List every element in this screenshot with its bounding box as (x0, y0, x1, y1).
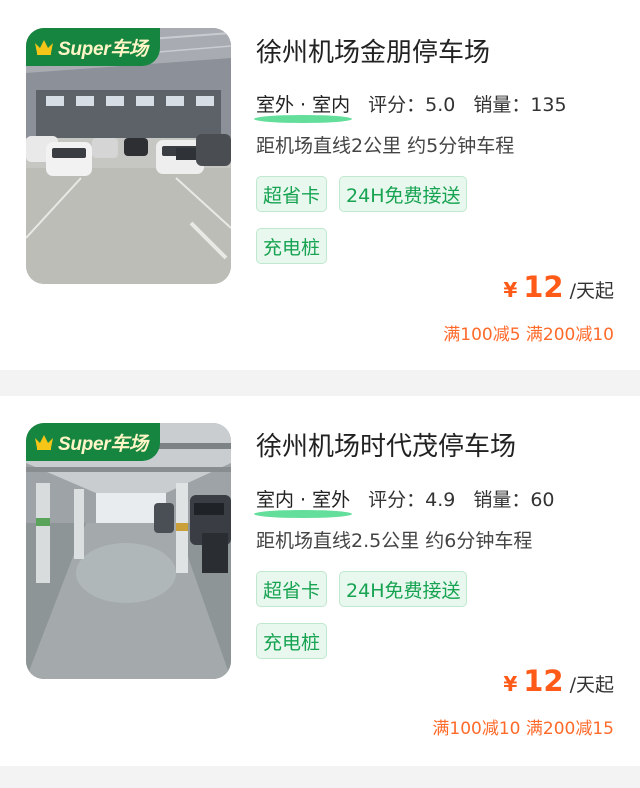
currency-symbol: ¥ (503, 672, 518, 696)
price-value: 12 (523, 270, 564, 304)
parking-lot-meta: 室外 · 室内 评分：5.0 销量：135 (254, 90, 567, 123)
badge-label: Super车场 (58, 433, 148, 455)
sales-count-text: 销量：135 (473, 93, 567, 116)
super-lot-badge: Super车场 (26, 423, 160, 461)
crown-icon (35, 40, 53, 55)
parking-lot-name[interactable]: 徐州机场时代茂停车场 (256, 426, 516, 463)
price-value: 12 (523, 664, 564, 698)
price-unit: /天起 (569, 280, 614, 302)
parking-lot-photo[interactable]: Super车场 (26, 28, 231, 284)
badge-label: Super车场 (58, 38, 148, 60)
price: ¥ 12 /天起 (503, 664, 614, 698)
rating-text: 评分：4.9 (368, 488, 456, 511)
warehouse-parking-image (26, 28, 231, 284)
rating-text: 评分：5.0 (368, 93, 456, 116)
tag-free-shuttle: 24H免费接送 (339, 571, 468, 607)
distance-text: 距机场直线2公里 约5分钟车程 (256, 135, 515, 157)
feature-tags: 超省卡 24H免费接送 充电桩 (256, 176, 536, 264)
lot-type-text: 室内 · 室外 (256, 488, 351, 511)
parking-lot-name[interactable]: 徐州机场金朋停车场 (256, 32, 490, 69)
super-lot-badge: Super车场 (26, 28, 160, 66)
parking-lot-card[interactable]: Super车场 徐州机场时代茂停车场 室内 · 室外 评分：4.9 销量：60 … (0, 396, 640, 766)
lot-type-text: 室外 · 室内 (256, 93, 351, 116)
lot-type-label: 室内 · 室外 (254, 485, 353, 518)
sales-count-text: 销量：60 (473, 488, 555, 511)
price-unit: /天起 (569, 674, 614, 696)
feature-tags: 超省卡 24H免费接送 充电桩 (256, 571, 536, 659)
tag-charging-pile: 充电桩 (256, 623, 328, 659)
tag-charging-pile: 充电桩 (256, 228, 328, 264)
promotion-text: 满100减5 满200减10 (443, 325, 614, 345)
distance-text: 距机场直线2.5公里 约6分钟车程 (256, 530, 533, 552)
parking-lot-photo[interactable]: Super车场 (26, 423, 231, 679)
crown-icon (35, 435, 53, 450)
price: ¥ 12 /天起 (503, 270, 614, 304)
lot-type-label: 室外 · 室内 (254, 90, 353, 123)
tag-saving-card: 超省卡 (256, 176, 328, 212)
parking-lot-card[interactable]: Super车场 徐州机场金朋停车场 室外 · 室内 评分：5.0 销量：135 … (0, 0, 640, 370)
tag-free-shuttle: 24H免费接送 (339, 176, 468, 212)
parking-lot-meta: 室内 · 室外 评分：4.9 销量：60 (254, 485, 555, 518)
currency-symbol: ¥ (503, 278, 518, 302)
parking-lot-list: Super车场 徐州机场金朋停车场 室外 · 室内 评分：5.0 销量：135 … (0, 0, 640, 788)
promotion-text: 满100减10 满200减15 (432, 719, 614, 739)
tag-saving-card: 超省卡 (256, 571, 328, 607)
underground-parking-image (26, 423, 231, 679)
